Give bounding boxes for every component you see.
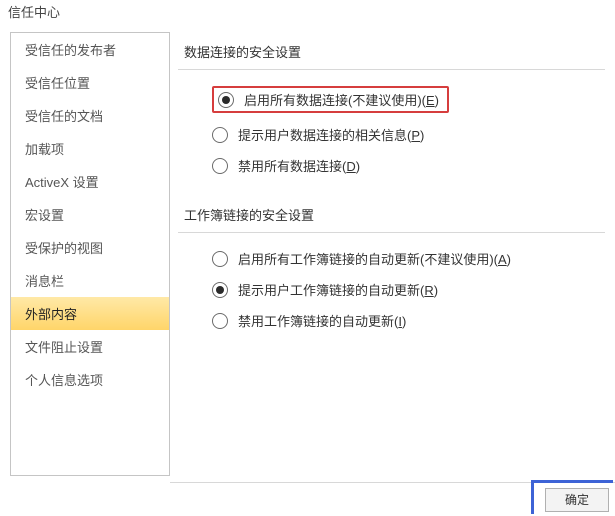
radio-option-1-0[interactable]: 启用所有工作簿链接的自动更新(不建议使用)(A) bbox=[212, 243, 605, 274]
radio-indicator[interactable] bbox=[212, 127, 228, 143]
dialog-body: 受信任的发布者受信任位置受信任的文档加载项ActiveX 设置宏设置受保护的视图… bbox=[0, 26, 615, 476]
radio-label: 禁用工作簿链接的自动更新(I) bbox=[238, 311, 406, 330]
radio-label: 禁用所有数据连接(D) bbox=[238, 156, 360, 175]
sidebar-item-9[interactable]: 文件阻止设置 bbox=[11, 330, 169, 363]
ok-button[interactable]: 确定 bbox=[545, 488, 609, 512]
sidebar-item-4[interactable]: ActiveX 设置 bbox=[11, 165, 169, 198]
radio-list: 启用所有数据连接(不建议使用)(E) 提示用户数据连接的相关信息(P) 禁用所有数据… bbox=[178, 80, 605, 181]
sidebar-item-6[interactable]: 受保护的视图 bbox=[11, 231, 169, 264]
radio-label: 提示用户工作簿链接的自动更新(R) bbox=[238, 280, 438, 299]
dialog-title: 信任中心 bbox=[0, 0, 615, 26]
highlight-box: 启用所有数据连接(不建议使用)(E) bbox=[212, 86, 449, 113]
radio-indicator[interactable] bbox=[212, 282, 228, 298]
radio-indicator[interactable] bbox=[212, 313, 228, 329]
radio-indicator[interactable] bbox=[212, 251, 228, 267]
sidebar-item-5[interactable]: 宏设置 bbox=[11, 198, 169, 231]
section-title: 数据连接的安全设置 bbox=[178, 32, 605, 69]
radio-option-1-1[interactable]: 提示用户工作簿链接的自动更新(R) bbox=[212, 274, 605, 305]
sidebar-item-2[interactable]: 受信任的文档 bbox=[11, 99, 169, 132]
sidebar-item-7[interactable]: 消息栏 bbox=[11, 264, 169, 297]
trust-center-dialog: 信任中心 受信任的发布者受信任位置受信任的文档加载项ActiveX 设置宏设置受… bbox=[0, 0, 615, 516]
radio-option-0-2[interactable]: 禁用所有数据连接(D) bbox=[212, 150, 605, 181]
sidebar-item-3[interactable]: 加载项 bbox=[11, 132, 169, 165]
sidebar-item-1[interactable]: 受信任位置 bbox=[11, 66, 169, 99]
dialog-footer: 确定 bbox=[170, 482, 615, 516]
radio-label: 提示用户数据连接的相关信息(P) bbox=[238, 125, 424, 144]
radio-label: 启用所有数据连接(不建议使用)(E) bbox=[244, 90, 439, 109]
section-1: 工作簿链接的安全设置启用所有工作簿链接的自动更新(不建议使用)(A) 提示用户工作… bbox=[178, 195, 605, 336]
sidebar-item-8[interactable]: 外部内容 bbox=[11, 297, 169, 330]
radio-label: 启用所有工作簿链接的自动更新(不建议使用)(A) bbox=[238, 249, 511, 268]
radio-indicator[interactable] bbox=[212, 158, 228, 174]
radio-list: 启用所有工作簿链接的自动更新(不建议使用)(A) 提示用户工作簿链接的自动更新(R… bbox=[178, 243, 605, 336]
main-panel: 数据连接的安全设置启用所有数据连接(不建议使用)(E) 提示用户数据连接的相关信息… bbox=[178, 32, 605, 476]
sidebar-item-10[interactable]: 个人信息选项 bbox=[11, 363, 169, 396]
radio-option-0-0[interactable]: 启用所有数据连接(不建议使用)(E) bbox=[212, 80, 605, 119]
section-title: 工作簿链接的安全设置 bbox=[178, 195, 605, 232]
radio-option-0-1[interactable]: 提示用户数据连接的相关信息(P) bbox=[212, 119, 605, 150]
radio-indicator[interactable] bbox=[218, 92, 234, 108]
divider bbox=[178, 69, 605, 70]
section-0: 数据连接的安全设置启用所有数据连接(不建议使用)(E) 提示用户数据连接的相关信息… bbox=[178, 32, 605, 181]
sidebar-item-0[interactable]: 受信任的发布者 bbox=[11, 33, 169, 66]
divider bbox=[178, 232, 605, 233]
sidebar: 受信任的发布者受信任位置受信任的文档加载项ActiveX 设置宏设置受保护的视图… bbox=[10, 32, 170, 476]
radio-option-1-2[interactable]: 禁用工作簿链接的自动更新(I) bbox=[212, 305, 605, 336]
